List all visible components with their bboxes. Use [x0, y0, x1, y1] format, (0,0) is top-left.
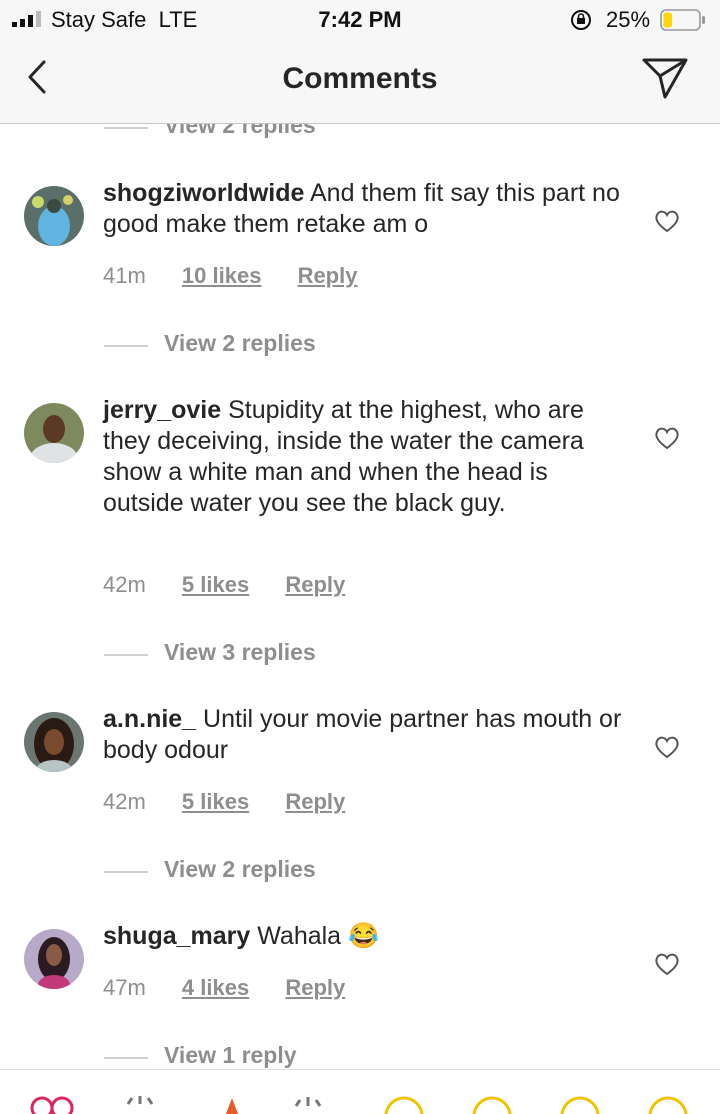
clap-emoji-icon[interactable] — [120, 1094, 160, 1114]
battery-percent: 25% — [606, 7, 651, 32]
avatar[interactable] — [24, 712, 84, 772]
heart-icon[interactable] — [654, 426, 680, 450]
timestamp: 47m — [103, 975, 146, 1000]
comment-text: shogziworldwide And them fit say this pa… — [103, 179, 620, 238]
surprised-emoji-icon[interactable] — [560, 1094, 600, 1114]
comment-list[interactable]: View 2 replies shogziworldwide And them … — [0, 124, 720, 1069]
likes-link[interactable]: 5 likes — [182, 789, 249, 814]
username-link[interactable]: jerry_ovie — [103, 396, 221, 424]
timestamp: 42m — [103, 789, 146, 814]
heart-icon[interactable] — [654, 735, 680, 759]
username-link[interactable]: shogziworldwide — [103, 179, 304, 207]
divider — [104, 1057, 148, 1059]
tears-of-joy-emoji: 😂 — [348, 922, 380, 950]
heart-icon[interactable] — [654, 209, 680, 233]
reply-button[interactable]: Reply — [285, 975, 345, 1000]
laugh-emoji-icon[interactable] — [472, 1094, 512, 1114]
likes-link[interactable]: 10 likes — [182, 263, 262, 288]
reply-button[interactable]: Reply — [298, 263, 358, 288]
comment-text: jerry_ovie Stupidity at the highest, who… — [103, 396, 584, 517]
timestamp: 41m — [103, 263, 146, 288]
avatar[interactable] — [24, 929, 84, 989]
comment-meta: 42m 5 likes Reply — [103, 789, 375, 815]
comment-meta: 47m 4 likes Reply — [103, 975, 375, 1001]
avatar[interactable] — [24, 403, 84, 463]
reply-button[interactable]: Reply — [285, 572, 345, 597]
timestamp: 42m — [103, 572, 146, 597]
status-bar: Stay Safe LTE 7:42 PM 25% — [0, 0, 720, 40]
reply-button[interactable]: Reply — [285, 789, 345, 814]
divider — [104, 345, 148, 347]
page-title: Comments — [282, 62, 438, 95]
comment-text: a.n.nie_ Until your movie partner has mo… — [103, 705, 622, 764]
username-link[interactable]: shuga_mary — [103, 922, 250, 950]
heart-emoji-icon[interactable] — [28, 1094, 76, 1114]
send-direct-icon[interactable] — [640, 55, 690, 101]
divider — [104, 871, 148, 873]
heart-icon[interactable] — [654, 952, 680, 976]
username-link[interactable]: a.n.nie_ — [103, 705, 196, 733]
likes-link[interactable]: 4 likes — [182, 975, 249, 1000]
likes-link[interactable]: 5 likes — [182, 572, 249, 597]
comment-meta: 42m 5 likes Reply — [103, 572, 375, 598]
party-emoji-icon[interactable] — [290, 1094, 330, 1114]
smile-emoji-icon[interactable] — [384, 1094, 424, 1114]
emoji-quick-bar — [0, 1069, 720, 1114]
divider — [104, 654, 148, 656]
divider — [104, 127, 148, 129]
sad-emoji-icon[interactable] — [648, 1094, 688, 1114]
orientation-lock-icon — [571, 10, 591, 30]
fire-emoji-icon[interactable] — [222, 1094, 242, 1114]
navigation-bar: Comments — [0, 40, 720, 124]
comment-text: shuga_mary Wahala 😂 — [103, 922, 380, 950]
avatar[interactable] — [24, 186, 84, 246]
battery-icon — [660, 9, 705, 31]
comment-meta: 41m 10 likes Reply — [103, 263, 387, 289]
